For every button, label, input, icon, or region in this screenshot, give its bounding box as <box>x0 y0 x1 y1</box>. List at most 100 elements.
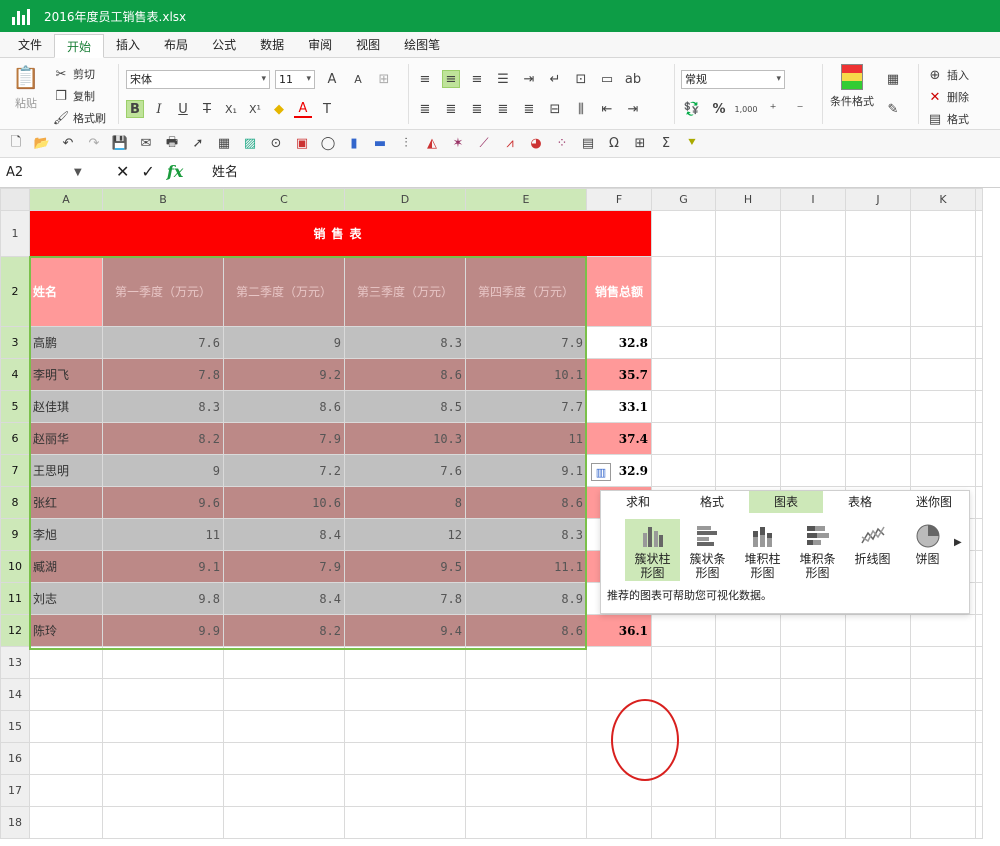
next-chart-icon[interactable]: ▶ <box>954 537 962 548</box>
cell[interactable] <box>465 646 587 679</box>
cell[interactable] <box>975 582 983 615</box>
number-format-select[interactable]: 常规 <box>681 70 785 89</box>
cell[interactable] <box>29 806 103 839</box>
cell[interactable] <box>780 210 846 257</box>
align-right-icon[interactable]: ≣ <box>468 100 486 118</box>
name-cell[interactable]: 赵丽华 <box>29 422 103 455</box>
row-header[interactable]: 12 <box>0 614 30 647</box>
cell[interactable] <box>975 614 983 647</box>
insert-function-icon[interactable]: fx <box>167 162 183 181</box>
cell[interactable] <box>780 390 846 423</box>
cell[interactable] <box>344 806 466 839</box>
object-icon[interactable]: ⊞ <box>630 135 650 153</box>
cell[interactable] <box>586 742 652 775</box>
menu-tab-8[interactable]: 绘图笔 <box>392 33 452 57</box>
center-across-icon[interactable]: ⊟ <box>546 100 564 118</box>
align-top-icon[interactable]: ≡ <box>416 70 434 88</box>
cell[interactable] <box>651 710 716 743</box>
cell[interactable] <box>845 358 911 391</box>
cell[interactable] <box>845 774 911 807</box>
cell[interactable] <box>651 806 716 839</box>
cell[interactable] <box>29 774 103 807</box>
name-cell[interactable]: 李明飞 <box>29 358 103 391</box>
value-cell[interactable]: 7.7 <box>465 390 587 423</box>
header-cell[interactable]: 第一季度（万元） <box>102 256 224 327</box>
value-cell[interactable]: 7.8 <box>102 358 224 391</box>
quick-analysis-tab-4[interactable]: 迷你图 <box>897 491 971 513</box>
cell[interactable] <box>975 326 983 359</box>
quick-analysis-button[interactable]: ▥ <box>591 463 611 481</box>
name-cell[interactable]: 高鹏 <box>29 326 103 359</box>
row-header[interactable]: 7 <box>0 454 30 487</box>
row-header[interactable]: 1 <box>0 210 30 257</box>
cell[interactable] <box>651 614 716 647</box>
cell[interactable] <box>715 422 781 455</box>
header-cell[interactable]: 第四季度（万元） <box>465 256 587 327</box>
cell[interactable] <box>651 358 716 391</box>
row-header[interactable]: 17 <box>0 774 30 807</box>
cell[interactable] <box>715 678 781 711</box>
name-box-dropdown-icon[interactable]: ▼ <box>74 163 82 183</box>
value-cell[interactable]: 8.3 <box>344 326 466 359</box>
cell[interactable] <box>344 710 466 743</box>
decrease-indent-icon[interactable]: ⇥ <box>624 100 642 118</box>
cell[interactable] <box>586 806 652 839</box>
cell[interactable] <box>586 774 652 807</box>
cell[interactable] <box>845 646 911 679</box>
column-header-E[interactable]: E <box>465 188 587 211</box>
column-header-B[interactable]: B <box>102 188 224 211</box>
row-header[interactable]: 3 <box>0 326 30 359</box>
cell[interactable] <box>780 358 846 391</box>
borders-icon[interactable]: ⊞ <box>375 70 393 88</box>
value-cell[interactable]: 8.3 <box>465 518 587 551</box>
shapes-icon[interactable]: ◯ <box>318 135 338 153</box>
total-cell[interactable]: 32.8 <box>586 326 652 359</box>
name-cell[interactable]: 王思明 <box>29 454 103 487</box>
cell[interactable] <box>845 710 911 743</box>
cell[interactable] <box>975 774 983 807</box>
value-cell[interactable]: 9.5 <box>344 550 466 583</box>
row-header[interactable]: 11 <box>0 582 30 615</box>
cell[interactable] <box>975 422 983 455</box>
cell[interactable] <box>465 742 587 775</box>
undo-icon[interactable]: ↶ <box>58 135 78 153</box>
column-header-H[interactable]: H <box>715 188 781 211</box>
cell[interactable] <box>910 710 976 743</box>
cell[interactable] <box>715 256 781 327</box>
cell[interactable] <box>465 678 587 711</box>
formula-input[interactable]: 姓名 <box>212 163 238 183</box>
menu-tab-1[interactable]: 开始 <box>54 34 105 58</box>
cell[interactable] <box>465 710 587 743</box>
value-cell[interactable]: 8.9 <box>465 582 587 615</box>
fill-color-icon[interactable]: ◆ <box>270 100 288 118</box>
cell[interactable] <box>223 742 345 775</box>
cell[interactable] <box>29 646 103 679</box>
more-icon[interactable]: ⯆ <box>682 135 702 153</box>
cell[interactable] <box>975 646 983 679</box>
cell[interactable] <box>102 646 224 679</box>
cell[interactable] <box>102 806 224 839</box>
cell[interactable] <box>715 774 781 807</box>
format-painter-button[interactable]: 🖌 格式刷 <box>52 109 106 127</box>
superscript-button[interactable]: X¹ <box>246 100 264 118</box>
value-cell[interactable]: 10.1 <box>465 358 587 391</box>
font-name-select[interactable]: 宋体 <box>126 70 270 89</box>
total-cell[interactable]: 37.4 <box>586 422 652 455</box>
total-cell[interactable]: 35.7 <box>586 358 652 391</box>
mail-icon[interactable]: ✉ <box>136 135 156 153</box>
cell[interactable] <box>975 486 983 519</box>
thousands-separator-button[interactable]: 1,000 <box>735 100 758 118</box>
row-header[interactable]: 8 <box>0 486 30 519</box>
subscript-button[interactable]: X₁ <box>222 100 240 118</box>
name-cell[interactable]: 李旭 <box>29 518 103 551</box>
value-cell[interactable]: 8.4 <box>223 582 345 615</box>
cell[interactable] <box>715 390 781 423</box>
menu-tab-7[interactable]: 视图 <box>344 33 392 57</box>
cell[interactable] <box>845 806 911 839</box>
value-cell[interactable]: 8.2 <box>223 614 345 647</box>
cell[interactable] <box>780 678 846 711</box>
value-cell[interactable]: 8.2 <box>102 422 224 455</box>
align-left-icon[interactable]: ≣ <box>416 100 434 118</box>
row-header[interactable]: 18 <box>0 806 30 839</box>
header-cell[interactable]: 第二季度（万元） <box>223 256 345 327</box>
